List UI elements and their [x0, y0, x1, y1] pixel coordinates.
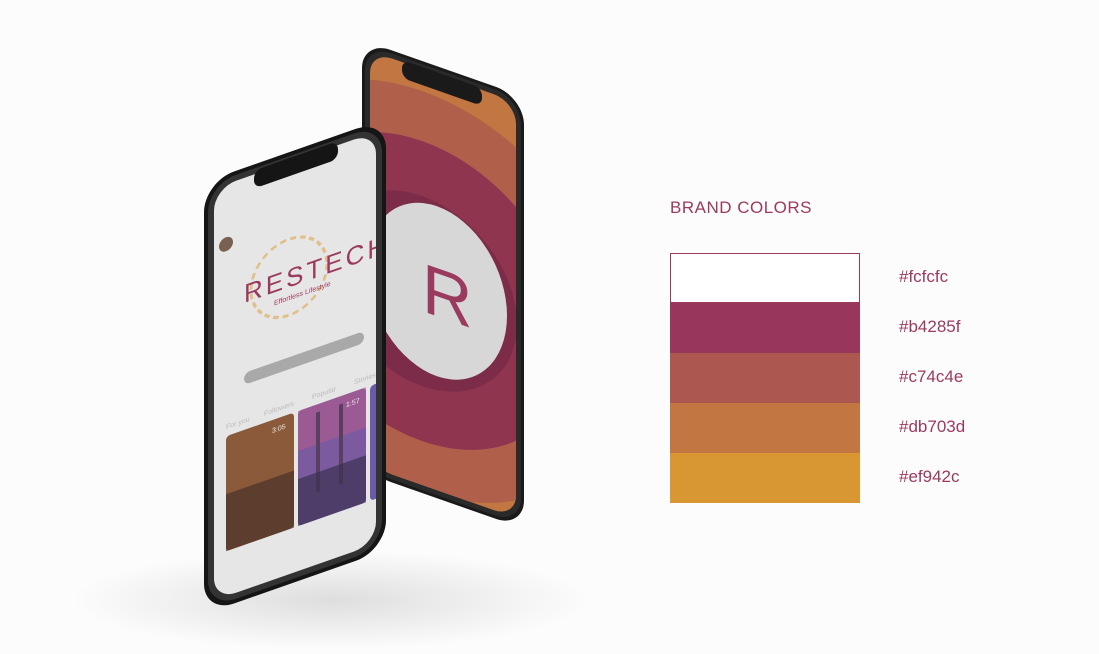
- color-label: #db703d: [899, 417, 966, 436]
- video-card[interactable]: 3:05: [226, 413, 294, 552]
- color-label: #ef942c: [899, 467, 960, 486]
- color-label: #b4285f: [899, 317, 961, 336]
- swatch-db703d: [670, 403, 860, 453]
- brand-colors-heading: BRAND COLORS: [670, 198, 813, 217]
- swatch-b4285f: [670, 303, 860, 353]
- color-label: #fcfcfc: [899, 267, 949, 286]
- swatch-c74c4e: [670, 353, 860, 403]
- front-phone: RESTECH Effortless Lifestyle For you Fol…: [204, 127, 386, 606]
- color-swatches: [670, 253, 860, 503]
- swatch-fcfcfc: [670, 253, 860, 303]
- color-label: #c74c4e: [899, 367, 964, 386]
- video-card[interactable]: 1:57: [298, 387, 366, 527]
- swatch-ef942c: [670, 453, 860, 503]
